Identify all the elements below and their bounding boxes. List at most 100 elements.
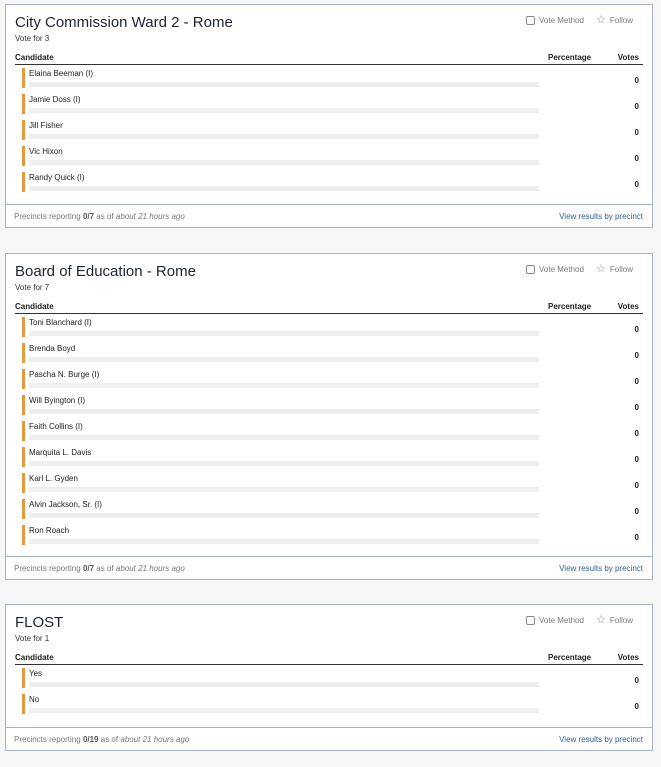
race-header: FLOST Vote Method ☆ Follow Vote for 1 — [6, 605, 652, 643]
candidate-votes: 0 — [634, 533, 639, 542]
race-footer: Precincts reporting 0/7 as of about 21 h… — [6, 556, 652, 579]
updated-time: about 21 hours ago — [115, 212, 185, 221]
candidate-color-marker — [22, 421, 25, 441]
candidate-votes: 0 — [634, 377, 639, 386]
candidate-color-marker — [22, 172, 25, 192]
follow-button[interactable]: ☆ Follow — [596, 264, 633, 275]
vote-share-bar — [29, 357, 539, 362]
vote-share-bar — [29, 331, 539, 336]
candidate-name: No — [29, 695, 40, 704]
candidate-row: No 0 — [15, 691, 643, 717]
candidate-name: Faith Collins (I) — [29, 422, 83, 431]
candidate-name: Marquita L. Davis — [29, 448, 92, 457]
candidate-name: Karl L. Gyden — [29, 474, 78, 483]
race-card: City Commission Ward 2 - Rome Vote Metho… — [5, 4, 653, 228]
candidate-row: Jill Fisher 0 — [15, 117, 643, 143]
column-header-candidate: Candidate — [15, 302, 54, 311]
candidate-name: Yes — [29, 669, 43, 678]
candidate-votes: 0 — [634, 702, 639, 711]
vote-for-text: Vote for 1 — [15, 634, 50, 643]
race-title: Board of Education - Rome — [15, 263, 196, 280]
vote-share-bar — [29, 435, 539, 440]
checkbox-icon[interactable] — [526, 16, 535, 25]
vote-share-bar — [29, 108, 539, 113]
candidate-name: Elaina Beeman (I) — [29, 69, 94, 78]
column-header-candidate: Candidate — [15, 53, 54, 62]
candidate-color-marker — [22, 668, 25, 688]
checkbox-icon[interactable] — [526, 616, 535, 625]
candidate-name: Randy Quick (I) — [29, 173, 85, 182]
precincts-reporting: Precincts reporting 0/19 as of about 21 … — [14, 735, 190, 744]
precincts-reporting: Precincts reporting 0/7 as of about 21 h… — [14, 212, 185, 221]
vote-share-bar — [29, 383, 539, 388]
vote-for-text: Vote for 7 — [15, 283, 50, 292]
candidate-row: Elaina Beeman (I) 0 — [15, 65, 643, 91]
candidate-color-marker — [22, 94, 25, 114]
candidate-list: Yes 0 No 0 — [6, 665, 652, 717]
candidate-votes: 0 — [634, 76, 639, 85]
updated-time: about 21 hours ago — [115, 564, 185, 573]
race-title: City Commission Ward 2 - Rome — [15, 14, 233, 31]
candidate-name: Pascha N. Burge (I) — [29, 370, 100, 379]
candidate-color-marker — [22, 395, 25, 415]
follow-label: Follow — [609, 16, 633, 25]
view-results-by-precinct-link[interactable]: View results by precinct — [559, 564, 643, 573]
candidate-color-marker — [22, 68, 25, 88]
candidate-votes: 0 — [634, 507, 639, 516]
candidate-votes: 0 — [634, 102, 639, 111]
precincts-reporting: Precincts reporting 0/7 as of about 21 h… — [14, 564, 185, 573]
candidate-votes: 0 — [634, 180, 639, 189]
vote-share-bar — [29, 461, 539, 466]
candidate-list: Elaina Beeman (I) 0 Jamie Doss (I) 0 Jill Fi… — [6, 65, 652, 195]
race-card: Board of Education - Rome Vote Method ☆ … — [5, 253, 653, 580]
column-header-percentage: Percentage — [548, 53, 592, 62]
checkbox-icon[interactable] — [526, 265, 535, 274]
star-icon: ☆ — [596, 614, 606, 626]
race-card: FLOST Vote Method ☆ Follow Vote for 1 Ca… — [5, 604, 653, 751]
follow-label: Follow — [609, 616, 633, 625]
candidate-color-marker — [22, 369, 25, 389]
results-table-header: Candidate Percentage Votes — [15, 651, 643, 665]
precincts-count: 0/7 — [82, 212, 95, 221]
column-header-percentage: Percentage — [548, 653, 592, 662]
column-header-votes: Votes — [617, 53, 639, 62]
candidate-row: Faith Collins (I) 0 — [15, 418, 643, 444]
vote-method-toggle[interactable]: Vote Method — [526, 16, 584, 25]
candidate-row: Marquita L. Davis 0 — [15, 444, 643, 470]
candidate-votes: 0 — [634, 481, 639, 490]
candidate-votes: 0 — [634, 429, 639, 438]
candidate-name: Alvin Jackson, Sr. (I) — [29, 500, 102, 509]
candidate-row: Alvin Jackson, Sr. (I) 0 — [15, 496, 643, 522]
vote-method-toggle[interactable]: Vote Method — [526, 265, 584, 274]
candidate-row: Vic Hixon 0 — [15, 143, 643, 169]
vote-share-bar — [29, 134, 539, 139]
vote-share-bar — [29, 513, 539, 518]
race-header: City Commission Ward 2 - Rome Vote Metho… — [6, 5, 652, 43]
vote-share-bar — [29, 409, 539, 414]
follow-button[interactable]: ☆ Follow — [596, 15, 633, 26]
precincts-count: 0/7 — [82, 564, 95, 573]
candidate-name: Jill Fisher — [29, 121, 63, 130]
vote-share-bar — [29, 487, 539, 492]
candidate-color-marker — [22, 499, 25, 519]
candidate-row: Randy Quick (I) 0 — [15, 169, 643, 195]
candidate-color-marker — [22, 343, 25, 363]
vote-share-bar — [29, 82, 539, 87]
view-results-by-precinct-link[interactable]: View results by precinct — [559, 735, 643, 744]
candidate-name: Toni Blanchard (I) — [29, 318, 92, 327]
candidate-row: Toni Blanchard (I) 0 — [15, 314, 643, 340]
column-header-candidate: Candidate — [15, 653, 54, 662]
candidate-row: Karl L. Gyden 0 — [15, 470, 643, 496]
vote-share-bar — [29, 160, 539, 165]
candidate-color-marker — [22, 473, 25, 493]
candidate-row: Pascha N. Burge (I) 0 — [15, 366, 643, 392]
candidate-name: Ron Roach — [29, 526, 70, 535]
candidate-color-marker — [22, 447, 25, 467]
vote-method-toggle[interactable]: Vote Method — [526, 616, 584, 625]
view-results-by-precinct-link[interactable]: View results by precinct — [559, 212, 643, 221]
candidate-color-marker — [22, 317, 25, 337]
candidate-name: Brenda Boyd — [29, 344, 76, 353]
vote-share-bar — [29, 708, 539, 713]
follow-button[interactable]: ☆ Follow — [596, 615, 633, 626]
candidate-row: Yes 0 — [15, 665, 643, 691]
